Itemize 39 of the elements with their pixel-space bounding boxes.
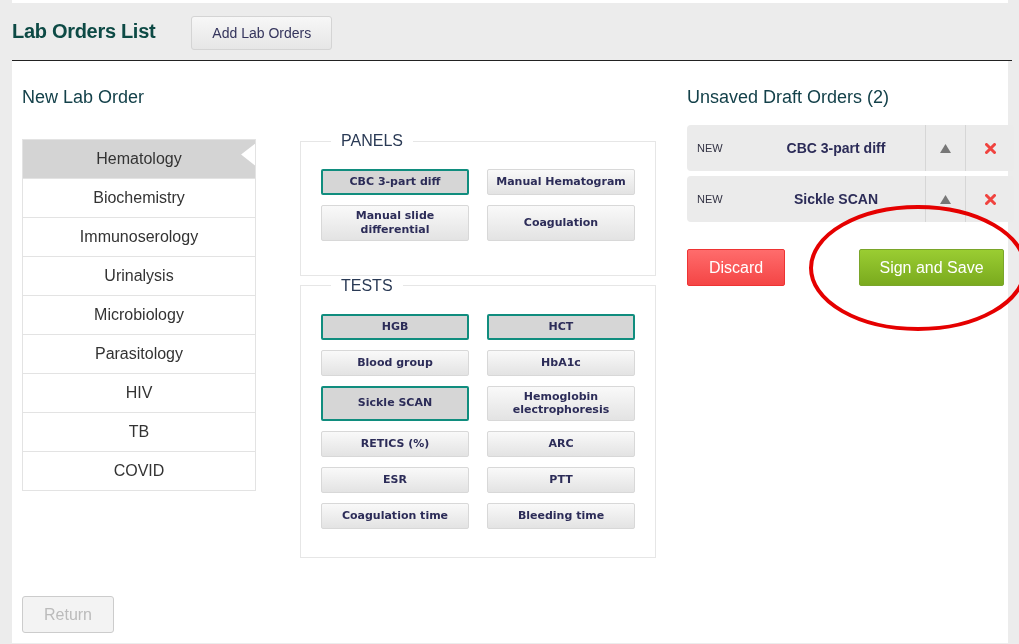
panel-button[interactable]: Coagulation — [487, 205, 635, 241]
category-item[interactable]: Microbiology — [23, 295, 255, 334]
order-name: CBC 3-part diff — [785, 140, 887, 156]
test-button[interactable]: ARC — [487, 431, 635, 457]
panel-button[interactable]: Manual Hematogram — [487, 169, 635, 195]
test-button[interactable]: RETICS (%) — [321, 431, 469, 457]
category-item[interactable]: HIV — [23, 373, 255, 412]
status-label: NEW — [696, 142, 724, 154]
test-button[interactable]: ESR — [321, 467, 469, 493]
close-icon — [984, 193, 996, 205]
close-icon — [984, 142, 996, 154]
test-button[interactable]: HGB — [321, 313, 469, 340]
section-title: Unsaved Draft Orders (2) — [687, 87, 891, 108]
triangle-up-icon — [940, 143, 951, 153]
test-button[interactable]: Coagulation time — [321, 503, 469, 529]
test-button[interactable]: Bleeding time — [487, 503, 635, 529]
category-item[interactable]: Biochemistry — [23, 178, 255, 217]
section-title: New Lab Order — [22, 87, 146, 108]
group-legend: TESTS — [331, 276, 403, 295]
category-item[interactable]: Hematology — [23, 139, 255, 178]
panel-button[interactable]: CBC 3-part diff — [321, 169, 469, 195]
test-button[interactable]: HbA1c — [487, 349, 635, 376]
category-item[interactable]: TB — [23, 412, 255, 451]
test-button[interactable]: HCT — [487, 313, 635, 340]
category-item[interactable]: COVID — [23, 451, 255, 490]
test-button[interactable]: Hemoglobin electrophoresis — [487, 385, 635, 421]
category-item[interactable]: Parasitology — [23, 334, 255, 373]
category-item[interactable]: Immunoserology — [23, 217, 255, 256]
page-title: Lab Orders List — [12, 20, 156, 43]
status-label: NEW — [696, 193, 724, 205]
add-lab-orders-button[interactable]: Add Lab Orders — [191, 15, 333, 50]
category-item[interactable]: Urinalysis — [23, 256, 255, 295]
panel-button[interactable]: Manual slide differential — [321, 205, 469, 241]
triangle-up-icon — [940, 194, 951, 204]
test-button[interactable]: Blood group — [321, 349, 469, 376]
test-button[interactable]: PTT — [487, 467, 635, 493]
test-button[interactable]: Sickle SCAN — [321, 385, 469, 421]
group-legend: PANELS — [331, 132, 413, 150]
order-name: Sickle SCAN — [792, 191, 879, 207]
